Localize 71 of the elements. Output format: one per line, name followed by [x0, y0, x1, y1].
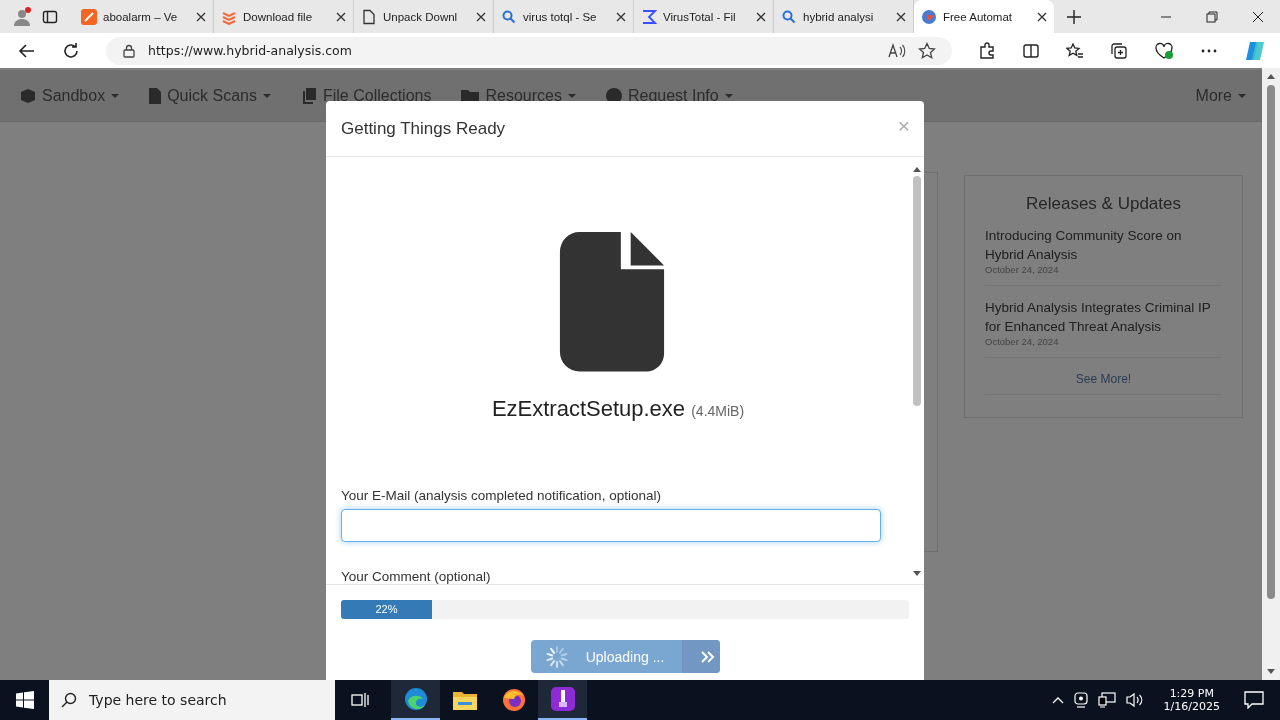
close-icon[interactable]: [1037, 11, 1047, 22]
close-icon[interactable]: [616, 11, 626, 22]
email-field[interactable]: [341, 508, 881, 542]
volume-icon[interactable]: [1125, 692, 1144, 708]
address-bar[interactable]: https://www.hybrid-analysis.com: [106, 36, 952, 65]
star-icon[interactable]: [918, 41, 936, 60]
profile-icon[interactable]: [12, 6, 32, 27]
field-label: Your E-Mail (analysis completed notification, optional): [341, 487, 662, 503]
files-icon: [301, 87, 317, 104]
webcam-icon[interactable]: [1073, 692, 1088, 708]
close-icon[interactable]: [1252, 10, 1264, 23]
search-icon: [781, 8, 797, 25]
news-link[interactable]: Hybrid Analysis Integrates Criminal IP for Enhanced Threat Analysis: [985, 298, 1222, 336]
edge-icon: [403, 687, 428, 711]
see-more-link[interactable]: See More!: [1075, 372, 1132, 386]
file-name: EzExtractSetup.exe (4.4MiB): [491, 395, 745, 422]
tab-actions-icon[interactable]: [42, 8, 58, 25]
close-icon[interactable]: [896, 11, 906, 22]
search-icon: [61, 692, 77, 708]
search-icon: [501, 8, 517, 25]
read-aloud-icon[interactable]: [888, 42, 906, 59]
progress-fill: 22%: [341, 600, 432, 619]
news-link[interactable]: Introducing Community Score on Hybrid Analysis: [985, 226, 1222, 264]
sigma-icon: [641, 8, 657, 25]
network-icon[interactable]: [1097, 692, 1116, 708]
notifications-icon[interactable]: [1244, 691, 1264, 709]
field-label: Your Comment (optional): [341, 569, 492, 584]
card-title: Releases & Updates: [1025, 194, 1182, 214]
file-icon: [149, 87, 162, 104]
split-screen-icon[interactable]: [1022, 41, 1040, 60]
extensions-icon[interactable]: [978, 41, 996, 60]
taskbar-search-field[interactable]: Type here to search: [49, 680, 335, 720]
dialog-title: Getting Things Ready: [341, 118, 506, 139]
nav-menu-item[interactable]: Quick Scans: [149, 86, 271, 105]
upload-button[interactable]: Uploading ...: [530, 640, 720, 673]
refresh-icon[interactable]: [62, 41, 80, 60]
collections-icon[interactable]: [1110, 41, 1128, 60]
chevrons-right-icon: [700, 650, 715, 663]
restore-icon[interactable]: [1206, 10, 1218, 23]
spinner-icon: [544, 644, 569, 669]
nav-menu-item[interactable]: Sandbox: [20, 86, 120, 105]
close-icon[interactable]: [336, 11, 346, 22]
close-icon[interactable]: [196, 11, 206, 22]
heart-pulse-icon[interactable]: [1154, 41, 1174, 60]
taskbar-app-button[interactable]: [391, 680, 440, 720]
browser-tab[interactable]: Free Automat: [914, 0, 1054, 33]
nav-menu-item[interactable]: File Collections: [301, 86, 432, 105]
favorites-icon[interactable]: [1066, 41, 1084, 60]
windows-start-icon[interactable]: [16, 691, 34, 709]
taskbar-app-button[interactable]: [538, 680, 587, 720]
close-icon[interactable]: [756, 11, 766, 22]
lock-icon: [122, 43, 136, 58]
close-icon[interactable]: [476, 11, 486, 22]
new-tab-icon[interactable]: [1066, 8, 1082, 25]
file-icon: [559, 232, 665, 372]
back-icon[interactable]: [18, 41, 36, 60]
copilot-icon[interactable]: [1244, 39, 1266, 62]
close-button[interactable]: ×: [897, 113, 910, 138]
folder-icon: [452, 690, 477, 710]
nav-menu-item[interactable]: More: [1195, 86, 1246, 105]
url-text: https://www.hybrid-analysis.com: [148, 43, 352, 58]
archive-app-icon: [550, 687, 575, 711]
document-icon: [361, 8, 377, 25]
task-view-icon[interactable]: [351, 692, 369, 708]
clock[interactable]: 1:29 PM 1/16/2025: [1163, 687, 1220, 713]
chevron-up-icon[interactable]: [1051, 696, 1064, 704]
tab-favicon-icon: [81, 8, 97, 25]
cube-icon: [20, 87, 36, 104]
globe-icon: [921, 8, 937, 25]
firefox-icon: [501, 688, 526, 712]
scrollbar[interactable]: [1262, 68, 1280, 680]
